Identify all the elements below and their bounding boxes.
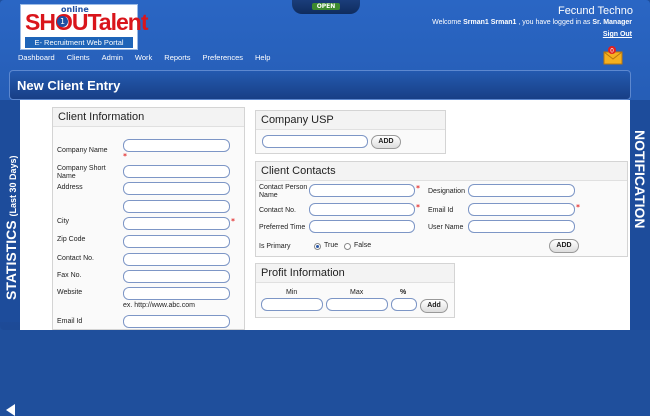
profit-information-panel: Profit Information Min Max % Add [255, 263, 455, 318]
user-role: Sr. Manager [592, 19, 632, 26]
add-profit-button[interactable]: Add [420, 299, 448, 313]
designation-input[interactable] [468, 184, 575, 197]
company-name: Fecund Techno [557, 5, 633, 17]
user-name-label: User Name [428, 224, 464, 231]
expand-arrow-icon[interactable] [6, 404, 15, 416]
address-label: Address [57, 184, 83, 191]
max-input[interactable] [326, 298, 388, 311]
contact-no-input[interactable] [123, 253, 230, 266]
panel-title: Client Contacts [256, 162, 627, 181]
logo-badge: 1 [57, 16, 68, 27]
nav-admin[interactable]: Admin [102, 53, 123, 67]
website-input[interactable] [123, 287, 230, 300]
is-primary-false-radio[interactable] [344, 243, 351, 250]
client-information-panel: Client Information Company Name * Compan… [52, 107, 245, 330]
panel-title: Profit Information [256, 264, 454, 283]
user-name-input[interactable] [468, 220, 575, 233]
email-id-label: Email Id [57, 318, 83, 325]
nav-help[interactable]: Help [255, 53, 270, 67]
contact-no-input[interactable] [309, 203, 415, 216]
required-marker: * [123, 152, 127, 161]
nav-work[interactable]: Work [135, 53, 152, 67]
content-area: Client Information Company Name * Compan… [20, 100, 630, 330]
min-input[interactable] [261, 298, 323, 311]
percent-input[interactable] [391, 298, 417, 311]
main-nav: Dashboard Clients Admin Work Reports Pre… [18, 53, 282, 67]
nav-preferences[interactable]: Preferences [203, 53, 243, 67]
required-marker: * [416, 184, 420, 193]
address-input-2[interactable] [123, 200, 230, 213]
contact-no-label: Contact No. [57, 255, 94, 262]
nav-clients[interactable]: Clients [67, 53, 90, 67]
website-hint: ex. http://www.abc.com [123, 302, 195, 309]
sign-out-link[interactable]: Sign Out [603, 31, 632, 38]
preferred-time-input[interactable] [309, 220, 415, 233]
notification-rail[interactable]: NOTIFICATION [630, 100, 650, 330]
mail-count: 0 [610, 48, 614, 55]
email-id-input[interactable] [123, 315, 230, 328]
percent-label: % [400, 289, 407, 296]
is-primary-false-label: False [354, 242, 372, 249]
welcome-text: Welcome Srman1 Srman1 , you have logged … [432, 19, 632, 26]
company-usp-input[interactable] [262, 135, 368, 148]
email-id-input[interactable] [468, 203, 575, 216]
company-name-input[interactable] [123, 139, 230, 152]
open-label: OPEN [311, 3, 341, 10]
logo-tagline: E- Recruitment Web Portal [25, 37, 133, 48]
company-name-label: Company Name [57, 147, 108, 154]
is-primary-true-label: True [324, 242, 339, 249]
company-short-name-input[interactable] [123, 165, 230, 178]
contact-person-name-label: Contact Person Name [259, 184, 308, 199]
zip-code-label: Zip Code [57, 236, 86, 243]
statistics-sub: (Last 30 Days) [8, 155, 18, 217]
mail-icon[interactable]: 0 [603, 45, 623, 65]
nav-dashboard[interactable]: Dashboard [18, 53, 55, 67]
welcome-prefix: Welcome [432, 19, 462, 26]
is-primary-label: Is Primary [259, 243, 291, 250]
user-name: Srman1 Srman1 [463, 19, 517, 26]
address-input-1[interactable] [123, 182, 230, 195]
add-contact-button[interactable]: ADD [549, 239, 579, 253]
max-label: Max [350, 289, 364, 296]
contact-person-name-input[interactable] [309, 184, 415, 197]
statistics-rail[interactable]: STATISTICS (Last 30 Days) [0, 100, 20, 416]
open-tab[interactable]: OPEN [292, 0, 360, 14]
preferred-time-label: Preferred Time [259, 224, 306, 231]
company-short-name-label: Company Short Name [57, 165, 106, 180]
min-label: Min [286, 289, 298, 296]
email-id-label: Email Id [428, 207, 454, 214]
city-input[interactable] [123, 217, 230, 230]
page-title-bar: New Client Entry [9, 70, 631, 100]
add-usp-button[interactable]: ADD [371, 135, 401, 149]
required-marker: * [416, 203, 420, 212]
fax-no-label: Fax No. [57, 272, 82, 279]
fax-no-input[interactable] [123, 270, 230, 283]
notification-label: NOTIFICATION [632, 130, 648, 229]
panel-title: Company USP [256, 111, 445, 130]
website-label: Website [57, 289, 83, 296]
required-marker: * [576, 203, 580, 212]
logo-online: online [61, 5, 89, 14]
logo: SHOUTalent online 1 E- Recruitment Web P… [20, 4, 148, 50]
panel-title: Client Information [53, 108, 244, 127]
contact-no-label: Contact No. [259, 207, 296, 214]
designation-label: Designation [428, 188, 465, 195]
welcome-mid: , you have logged in as [518, 19, 591, 26]
company-usp-panel: Company USP ADD [255, 110, 446, 154]
nav-reports[interactable]: Reports [164, 53, 190, 67]
page-title: New Client Entry [17, 78, 121, 93]
required-marker: * [231, 217, 235, 226]
zip-code-input[interactable] [123, 235, 230, 248]
is-primary-true-radio[interactable] [314, 243, 321, 250]
client-contacts-panel: Client Contacts Contact Person Name * De… [255, 161, 628, 257]
city-label: City [57, 218, 70, 225]
statistics-label: STATISTICS (Last 30 Days) [3, 155, 19, 300]
